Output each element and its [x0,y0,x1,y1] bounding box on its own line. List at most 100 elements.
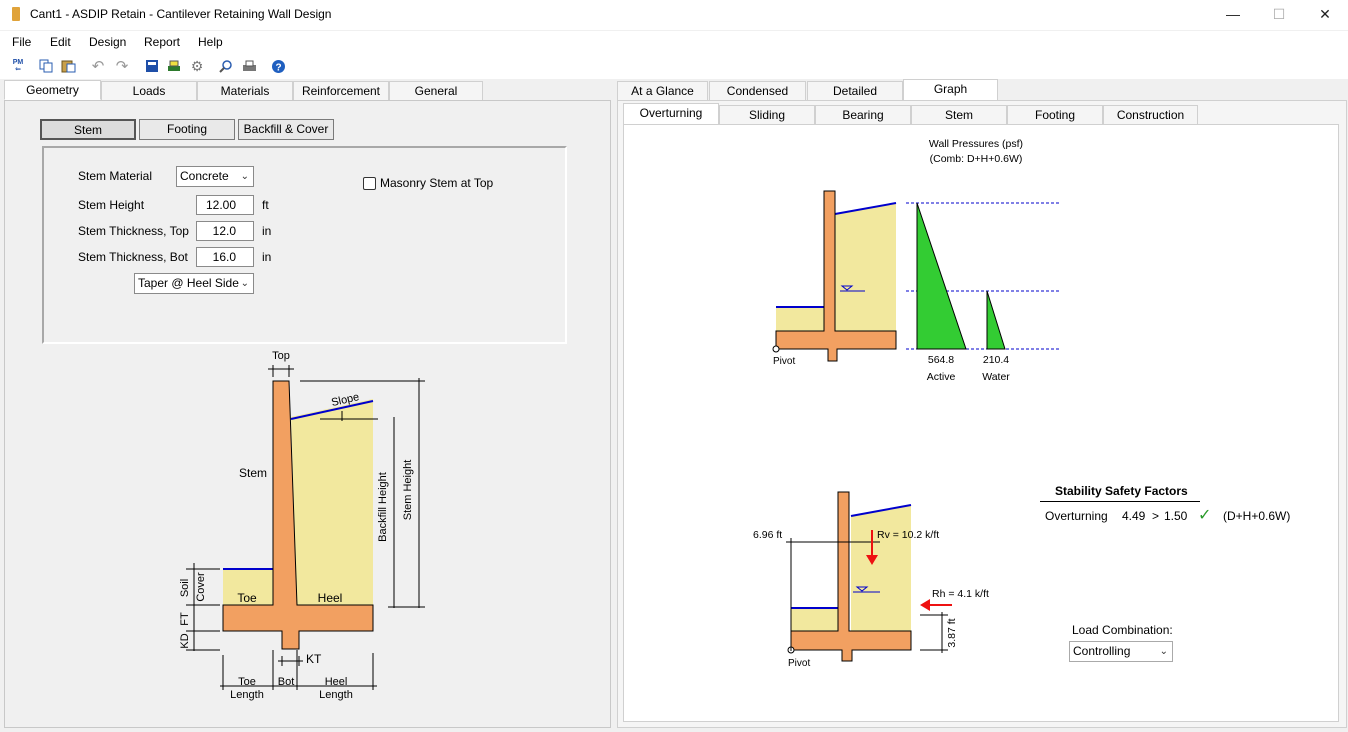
load-combination-label: Load Combination: [1072,623,1173,637]
tab-at-a-glance[interactable]: At a Glance [617,81,708,101]
toe-label: Toe [237,591,257,605]
copy-icon[interactable] [38,58,54,74]
overturning-factor-value: 4.49 [1122,509,1146,523]
overturning-label: Overturning [1045,509,1108,523]
comparison-operator: > [1152,509,1160,523]
rh-force-label: Rh = 4.1 k/ft [932,588,989,600]
undo-icon[interactable]: ↶ [90,58,106,75]
chevron-down-icon: ⌄ [240,278,249,289]
tab-bearing[interactable]: Bearing [815,105,911,125]
redo-icon[interactable]: ↷ [114,58,130,75]
check-icon: ✓ [1198,507,1212,524]
toe-soil [791,608,838,631]
heel-length-label: Heel [325,676,348,688]
calculator-icon[interactable] [144,58,160,74]
kt-dim-label: KT [306,652,322,666]
minimize-button[interactable]: — [1210,0,1256,30]
tab-loads[interactable]: Loads [101,81,197,101]
load-combination-select[interactable]: Controlling ⌄ [1069,641,1173,662]
tab-footing[interactable]: Footing [1007,105,1103,125]
water-label: Water [982,371,1010,383]
tab-materials[interactable]: Materials [197,81,293,101]
print-icon[interactable] [241,58,257,74]
stem-button[interactable]: Stem [40,119,136,140]
rh-arm-label: 3.87 ft [946,618,958,647]
backfill-cover-button[interactable]: Backfill & Cover [238,119,334,140]
active-label: Active [927,371,956,383]
backfill-soil [291,399,373,605]
settings-icon[interactable]: ⚙ [189,58,205,74]
svg-text:?: ? [275,62,281,73]
tab-geometry[interactable]: Geometry [4,80,101,100]
kd-dim-label: KD [179,633,191,648]
safety-factors-heading: Stability Safety Factors [1055,484,1188,498]
tab-sliding[interactable]: Sliding [719,105,815,125]
stem-thickness-bot-label: Stem Thickness, Bot [78,250,188,264]
project-manager-icon[interactable]: PM ⇐ [10,58,26,74]
rv-height-label: 6.96 ft [753,529,782,541]
stem-thickness-bot-input[interactable]: 16.0 [196,247,254,267]
pressure-subtitle: (Comb: D+H+0.6W) [930,153,1023,165]
bot-dim-label: Bot [278,676,295,688]
title-bar: Cant1 - ASDIP Retain - Cantilever Retain… [0,0,1348,30]
footing-button[interactable]: Footing [139,119,235,140]
tab-overturning[interactable]: Overturning [623,103,719,125]
pivot-label: Pivot [788,658,810,669]
stem-thickness-top-unit: in [262,224,272,238]
tab-construction[interactable]: Construction [1103,105,1198,125]
taper-select[interactable]: Taper @ Heel Side ⌄ [134,273,254,294]
close-button[interactable]: ✕ [1302,0,1348,30]
window-title: Cant1 - ASDIP Retain - Cantilever Retain… [30,7,332,21]
menu-design[interactable]: Design [89,35,126,49]
menu-report[interactable]: Report [144,35,180,49]
heel-label: Heel [318,591,343,605]
app-icon [12,7,20,21]
menu-edit[interactable]: Edit [50,35,71,49]
tab-general[interactable]: General [389,81,483,101]
print-setup-icon[interactable] [166,58,182,74]
overturning-forces-diagram: Pivot 6.96 ft Rv = 10.2 k/ft Rh = 4.1 k/… [753,491,989,669]
stem-height-unit: ft [262,198,269,212]
tab-stem[interactable]: Stem [911,105,1007,125]
heel-length-label-2: Length [319,689,353,701]
stem-height-input[interactable]: 12.00 [196,195,254,215]
stem-thickness-top-label: Stem Thickness, Top [78,224,189,238]
tab-condensed[interactable]: Condensed [709,81,806,101]
toolbar: PM ⇐ ↶ ↷ ⚙ ? [0,53,1348,79]
chevron-down-icon: ⌄ [240,171,249,182]
pressure-title: Wall Pressures (psf) [929,138,1023,150]
heading-underline [1040,501,1200,502]
overturning-factor-limit: 1.50 [1164,509,1188,523]
top-dim-label: Top [272,350,290,362]
stem-material-select[interactable]: Concrete ⌄ [176,166,254,187]
maximize-button[interactable]: ☐ [1256,0,1302,30]
stem-thickness-top-input[interactable]: 12.0 [196,221,254,241]
tab-graph[interactable]: Graph [903,79,998,101]
zoom-icon[interactable] [218,58,234,74]
stem-height-label: Stem Height [78,198,145,212]
wall-pressure-diagram: Wall Pressures (psf) (Comb: D+H+0.6W) Pi… [772,138,1060,383]
stem-thickness-bot-unit: in [262,250,272,264]
toe-soil [776,307,824,331]
menu-bar: File Edit Design Report Help [0,31,1348,53]
load-combo-value: (D+H+0.6W) [1223,509,1291,523]
chevron-down-icon: ⌄ [1159,646,1168,657]
backfill-soil [835,203,896,331]
menu-file[interactable]: File [12,35,31,49]
masonry-stem-checkbox[interactable] [363,177,376,190]
pivot-icon [772,345,780,353]
paste-icon[interactable] [61,58,77,74]
ft-dim-label: FT [179,612,191,626]
menu-help[interactable]: Help [198,35,223,49]
water-pressure-triangle [986,290,1006,350]
toe-length-label: Toe [238,676,256,688]
tab-reinforcement[interactable]: Reinforcement [293,81,389,101]
stem-height-dim-label: Stem Height [402,460,414,521]
pivot-label: Pivot [773,356,795,367]
active-pressure-triangle [916,202,967,350]
rv-force-label: Rv = 10.2 k/ft [877,529,939,541]
help-icon[interactable]: ? [270,58,286,74]
toe-length-label-2: Length [230,689,264,701]
tab-detailed[interactable]: Detailed [807,81,903,101]
active-pressure-value: 564.8 [928,354,954,366]
